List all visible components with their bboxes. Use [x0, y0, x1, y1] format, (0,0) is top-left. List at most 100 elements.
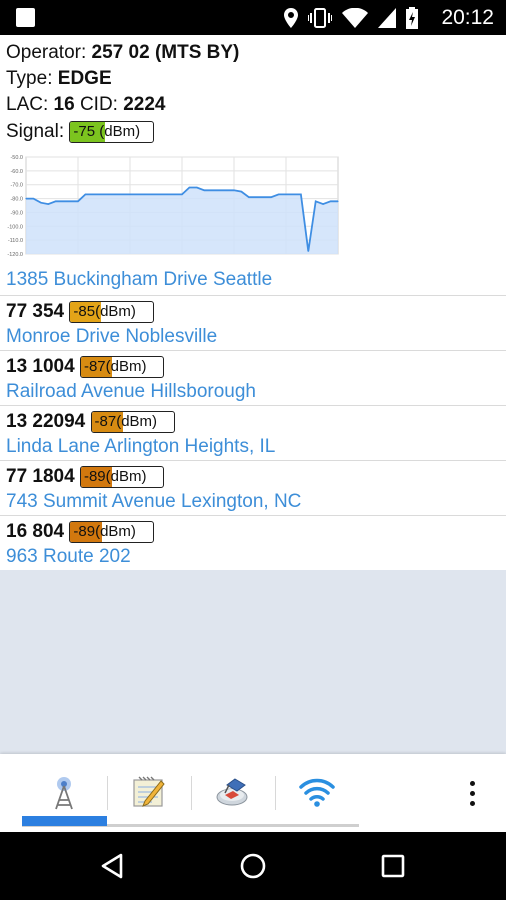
neighbor-cell-address[interactable]: 743 Summit Avenue Lexington, NC [6, 490, 301, 514]
y-tick-label: -100.0 [7, 224, 23, 230]
y-tick-label: -60.0 [10, 169, 23, 175]
data-point [136, 193, 139, 196]
neighbor-signal-badge: -89(dBm) [69, 520, 155, 543]
lac-cid-line: LAC: 16 CID: 2224 [6, 93, 166, 117]
dot [469, 800, 475, 806]
type-line: Type: EDGE [6, 67, 112, 91]
data-point [337, 200, 339, 202]
signal-value: -75 [73, 122, 96, 140]
y-tick-label: -70.0 [10, 183, 23, 189]
y-tick-label: -110.0 [8, 238, 23, 244]
neighbor-signal-unit: (dBm) [95, 302, 136, 320]
data-point [181, 193, 183, 196]
cid-label: CID: [79, 94, 118, 115]
type-label: Type: [6, 68, 53, 89]
cid-value: 2224 [123, 94, 166, 115]
notification-square-icon [16, 8, 35, 27]
tab-log[interactable] [107, 768, 191, 816]
status-icons [284, 6, 418, 30]
neighbor-cell-address[interactable]: Linda Lane Arlington Heights, IL [6, 435, 275, 459]
home-button[interactable] [233, 846, 273, 886]
neighbor-signal-value: -87 [94, 412, 117, 430]
neighbor-cell-address[interactable]: Monroe Drive Noblesville [6, 325, 217, 349]
neighbor-signal-badge: -87(dBm) [90, 410, 175, 433]
battery-charging-icon [406, 7, 418, 29]
data-point [159, 193, 161, 196]
operator-label: Operator: [6, 42, 87, 63]
data-point [233, 189, 235, 191]
data-point [32, 197, 35, 200]
data-point [99, 193, 101, 196]
dot [469, 790, 475, 796]
data-point [92, 193, 94, 196]
tab-cell-info[interactable] [22, 768, 106, 816]
data-point [307, 250, 309, 252]
data-point [255, 196, 257, 198]
neighbor-cell-row[interactable]: 77 1804 -89(dBm) 743 Summit Avenue Lexing… [0, 460, 506, 515]
neighbor-signal-value: -89 [83, 467, 106, 485]
neighbor-signal-unit: (dBm) [105, 467, 147, 485]
neighbor-cell-row[interactable]: 77 354 -85(dBm) Monroe Drive Noblesville [0, 295, 506, 350]
data-point [114, 193, 116, 196]
system-nav-bar [0, 832, 506, 900]
operator-value: 257 02 (MTS BY) [91, 42, 240, 63]
neighbor-cell-row[interactable]: 13 1004 -87(dBm) Railroad Avenue Hillsbor… [0, 350, 506, 405]
bottom-tab-bar [0, 754, 506, 832]
signal-chart-svg: -50.0 -60.0 -70.0 -80.0 -90.0 -100.0 -110.0 -12… [7, 155, 339, 258]
neighbor-cell-id-line: 77 354 -85(dBm) [6, 300, 155, 324]
recents-button[interactable] [373, 846, 413, 886]
lac-label: LAC: [6, 94, 49, 115]
current-cell-address[interactable]: 1385 Buckingham Drive Seattle [6, 268, 272, 292]
data-point [84, 193, 87, 196]
signal-unit: (dBm) [99, 122, 141, 140]
data-point [166, 193, 168, 196]
neighbor-cell-row[interactable]: 16 804 -89(dBm) 963 Route 202 [0, 515, 506, 570]
tab-map[interactable] [191, 768, 275, 816]
clock: 20:12 [441, 6, 494, 29]
neighbor-cell-row[interactable]: 13 22094 -87(dBm) Linda Lane Arlington He… [0, 405, 506, 460]
data-point [218, 189, 220, 191]
data-point [315, 200, 317, 202]
neighbor-signal-value: -85 [73, 302, 96, 320]
neighbor-signal-badge: -89(dBm) [79, 465, 164, 488]
data-point [300, 193, 302, 196]
data-point [62, 200, 64, 202]
dot [469, 780, 475, 786]
neighbor-cell-id-line: 77 1804 -89(dBm) [6, 465, 164, 489]
data-point [196, 186, 198, 189]
location-pin-icon [284, 8, 298, 28]
data-point [329, 200, 332, 202]
neighbor-cell-address[interactable]: Railroad Avenue Hillsborough [6, 380, 256, 404]
data-point [151, 193, 153, 196]
compass-map-icon [216, 778, 248, 806]
signal-badge: -75 (dBm) [69, 120, 155, 143]
signal-line: Signal: -75 (dBm) [6, 120, 155, 144]
neighbor-cell-id-line: 13 22094 -87(dBm) [6, 410, 175, 434]
data-point [292, 193, 295, 196]
back-icon [101, 853, 123, 879]
data-point [225, 189, 228, 191]
neighbor-cell-id-line: 16 804 -89(dBm) [6, 520, 155, 544]
neighbor-cell-address[interactable]: 963 Route 202 [6, 545, 131, 569]
y-tick-label: -80.0 [10, 197, 23, 203]
data-point [277, 193, 280, 196]
cell-tower-icon [55, 777, 73, 810]
y-tick-label: -90.0 [10, 210, 23, 216]
data-point [129, 193, 131, 196]
back-button[interactable] [92, 846, 132, 886]
status-bar: 20:12 [0, 0, 506, 35]
more-options-button[interactable] [460, 776, 484, 810]
neighbor-signal-unit: (dBm) [105, 357, 147, 375]
neighbor-signal-badge: -85(dBm) [69, 300, 155, 323]
data-point [270, 196, 272, 198]
data-point [47, 203, 49, 205]
data-point [144, 193, 146, 196]
data-point [322, 203, 324, 205]
tab-wifi[interactable] [275, 768, 359, 816]
data-point [285, 193, 287, 196]
home-icon [240, 853, 266, 879]
neighbor-cell-id: 13 1004 [6, 356, 75, 377]
lac-value: 16 [53, 94, 75, 115]
neighbor-signal-unit: (dBm) [95, 522, 136, 540]
data-point [248, 196, 250, 198]
